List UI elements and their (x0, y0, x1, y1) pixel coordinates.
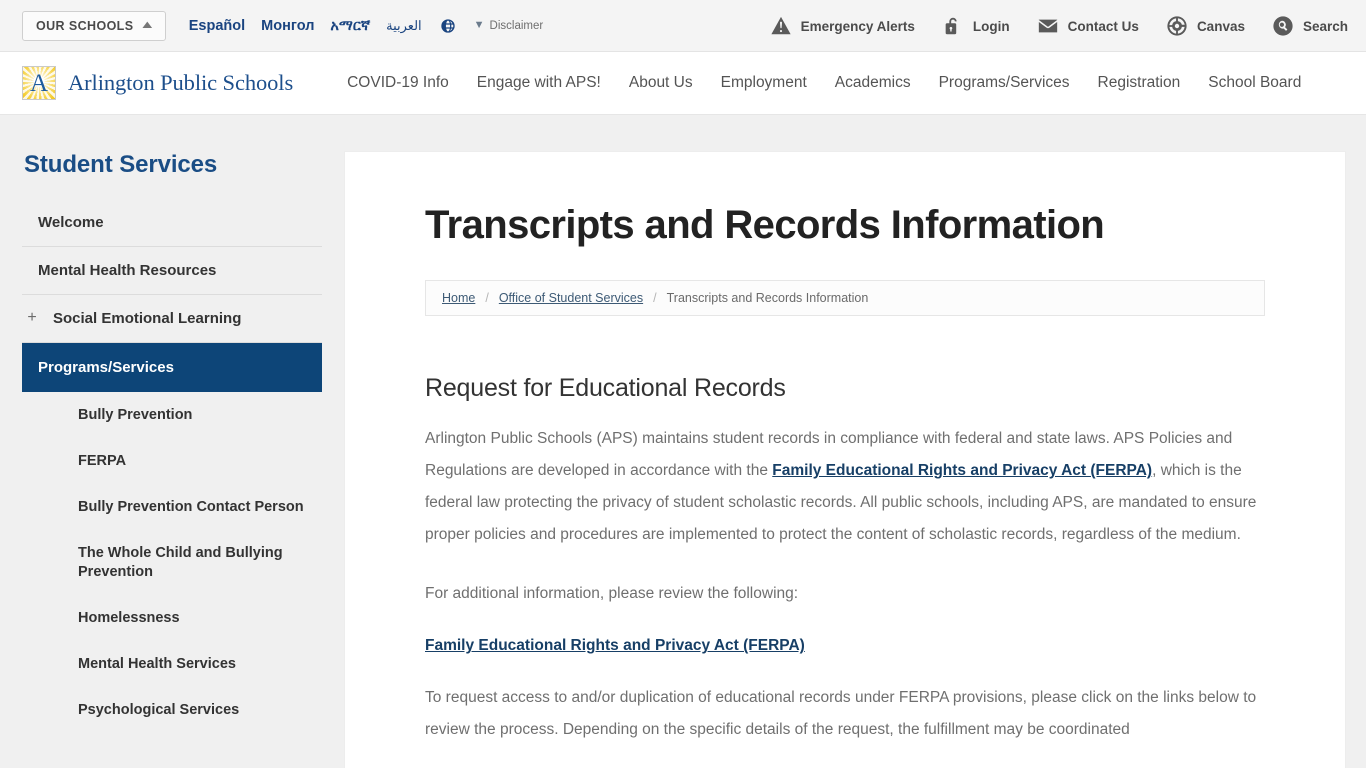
lock-icon (942, 15, 964, 37)
sidebar-subitem-label: Homelessness (78, 609, 180, 626)
nav-covid-19-info[interactable]: COVID-19 Info (347, 74, 449, 92)
nav-programs-services[interactable]: Programs/Services (939, 74, 1070, 92)
sidebar-subitem-mental-health-services[interactable]: Mental Health Services (22, 641, 322, 687)
sidebar-subitem-bully-prevention-contact-person[interactable]: Bully Prevention Contact Person (22, 484, 322, 530)
sidebar-item-programs-services[interactable]: Programs/Services (22, 343, 322, 392)
sidebar-item-mental-health-resources[interactable]: Mental Health Resources (22, 247, 322, 295)
page-body: Student Services Welcome Mental Health R… (0, 115, 1366, 768)
sidebar-item-label: Welcome (38, 214, 104, 231)
language-links: Español Монгол አማርኛ العربية ▼ Disclaimer (189, 18, 543, 34)
nav-about-us[interactable]: About Us (629, 74, 693, 92)
sidebar-title: Student Services (24, 151, 218, 178)
ferpa-standalone-link[interactable]: Family Educational Rights and Privacy Ac… (425, 637, 805, 655)
emergency-alerts-link[interactable]: Emergency Alerts (770, 15, 915, 37)
main-content: Transcripts and Records Information Home… (344, 151, 1346, 768)
nav-engage-with-aps[interactable]: Engage with APS! (477, 74, 601, 92)
disclaimer-label: Disclaimer (489, 19, 544, 32)
page-title: Transcripts and Records Information (425, 203, 1105, 247)
sidebar-item-label: Mental Health Resources (38, 262, 217, 279)
sidebar-subitem-the-whole-child-and-bullying-prevention[interactable]: The Whole Child and Bullying Prevention (22, 530, 322, 594)
lang-arabic[interactable]: العربية (386, 18, 422, 34)
alert-triangle-icon (770, 15, 792, 37)
lang-spanish[interactable]: Español (189, 18, 245, 34)
login-label: Login (972, 18, 1010, 34)
paragraph-request-process: To request access to and/or duplication … (425, 689, 1257, 739)
sidebar: Student Services Welcome Mental Health R… (0, 151, 344, 768)
sidebar-item-social-emotional-learning[interactable]: + Social Emotional Learning (22, 295, 322, 343)
utility-bar: OUR SCHOOLS ▲ Español Монгол አማርኛ العربي… (0, 0, 1366, 52)
brand-name: Arlington Public Schools (68, 70, 294, 95)
section-heading: Request for Educational Records (425, 374, 786, 402)
breadcrumb-current: Transcripts and Records Information (666, 291, 869, 305)
breadcrumb-home[interactable]: Home (442, 291, 475, 305)
sidebar-subitem-label: FERPA (78, 453, 127, 470)
globe-icon[interactable] (440, 18, 456, 34)
emergency-alerts-label: Emergency Alerts (800, 18, 915, 34)
contact-us-link[interactable]: Contact Us (1037, 15, 1139, 37)
logo-letter: A (29, 70, 49, 97)
sidebar-item-label: Programs/Services (38, 359, 174, 376)
chevron-down-icon: ▼ (473, 19, 485, 31)
breadcrumb-separator: / (653, 291, 657, 305)
site-logo[interactable]: A Arlington Public Schools (22, 66, 293, 100)
canvas-icon (1166, 15, 1188, 37)
disclaimer-toggle[interactable]: ▼ Disclaimer (474, 20, 544, 32)
breadcrumb-parent[interactable]: Office of Student Services (499, 291, 643, 305)
nav-registration[interactable]: Registration (1098, 74, 1181, 92)
sidebar-item-label: Social Emotional Learning (53, 310, 242, 327)
nav-school-board[interactable]: School Board (1208, 74, 1301, 92)
sidebar-subitem-homelessness[interactable]: Homelessness (22, 595, 322, 641)
sidebar-subitem-label: Bully Prevention (78, 407, 193, 423)
contact-us-label: Contact Us (1067, 18, 1139, 34)
aps-logo-icon: A (22, 66, 56, 100)
nav-academics[interactable]: Academics (835, 74, 911, 92)
double-chevron-up-icon: ▲ (139, 19, 157, 31)
sidebar-subitem-label: Mental Health Services (78, 655, 236, 672)
nav-employment[interactable]: Employment (721, 74, 807, 92)
ferpa-inline-link[interactable]: Family Educational Rights and Privacy Ac… (772, 462, 1152, 479)
our-schools-button[interactable]: OUR SCHOOLS ▲ (22, 10, 166, 41)
our-schools-label: OUR SCHOOLS (36, 18, 134, 33)
canvas-link[interactable]: Canvas (1166, 15, 1245, 37)
sidebar-item-welcome[interactable]: Welcome (22, 199, 322, 247)
sidebar-subitem-label: Psychological Services (78, 701, 240, 718)
paragraph-intro: Arlington Public Schools (APS) maintains… (425, 423, 1265, 551)
search-icon (1272, 15, 1294, 37)
breadcrumb: Home / Office of Student Services / Tran… (425, 280, 1265, 316)
paragraph-additional-info: For additional information, please revie… (425, 585, 799, 603)
envelope-icon (1037, 15, 1059, 37)
canvas-label: Canvas (1196, 18, 1245, 34)
utility-right-links: Emergency Alerts Login Contact Us Canvas… (770, 0, 1348, 52)
sidebar-subitem-psychological-services[interactable]: Psychological Services (22, 687, 322, 733)
search-label: Search (1302, 18, 1348, 34)
sidebar-subitem-ferpa[interactable]: FERPA (22, 438, 322, 484)
lang-mongolian[interactable]: Монгол (261, 18, 314, 34)
masthead: A Arlington Public Schools COVID-19 Info… (0, 52, 1366, 115)
lang-amharic[interactable]: አማርኛ (330, 18, 370, 34)
login-link[interactable]: Login (942, 15, 1010, 37)
breadcrumb-separator: / (485, 291, 489, 305)
sidebar-subitem-label: Bully Prevention Contact Person (78, 499, 304, 516)
main-navigation: COVID-19 Info Engage with APS! About Us … (347, 74, 1301, 92)
search-link[interactable]: Search (1272, 15, 1348, 37)
plus-icon[interactable]: + (22, 309, 42, 327)
sidebar-subitem-label: The Whole Child and Bullying Prevention (78, 545, 283, 580)
sidebar-subitem-bully-prevention[interactable]: Bully Prevention (22, 392, 322, 438)
